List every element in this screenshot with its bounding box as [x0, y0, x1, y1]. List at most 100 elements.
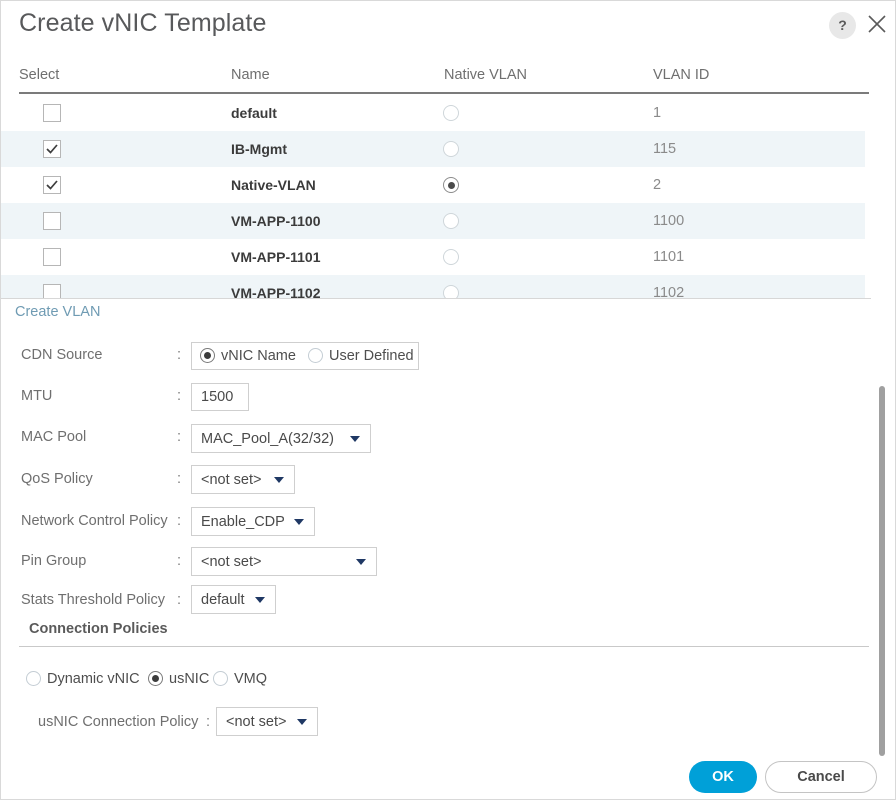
table-row[interactable]: VM-APP-1102 1102: [1, 275, 871, 299]
row-native-vlan-radio[interactable]: [443, 285, 459, 299]
pin-group-value: <not set>: [201, 553, 262, 570]
dialog-footer: OK Cancel: [1, 753, 895, 799]
row-name: default: [231, 105, 277, 121]
mac-pool-select[interactable]: MAC_Pool_A(32/32): [191, 424, 371, 453]
mtu-label: MTU: [21, 388, 53, 404]
cdn-source-radio-user-defined[interactable]: [308, 348, 323, 363]
connection-policies-heading: Connection Policies: [29, 621, 168, 637]
row-vlan-id: 115: [653, 141, 677, 157]
chevron-down-icon: [294, 518, 304, 525]
connection-policy-radio-vmq[interactable]: [213, 671, 228, 686]
mtu-value: 1500: [201, 389, 234, 405]
row-name: VM-APP-1102: [231, 285, 321, 299]
radio-dot: [152, 675, 159, 682]
row-name: VM-APP-1100: [231, 213, 321, 229]
connection-policy-label-dynamic-vnic: Dynamic vNIC: [47, 671, 140, 687]
chevron-down-icon: [255, 596, 265, 603]
connection-policies-divider: [19, 646, 869, 647]
ok-button[interactable]: OK: [689, 761, 757, 793]
row-name: IB-Mgmt: [231, 141, 287, 157]
stats-threshold-policy-select[interactable]: default: [191, 585, 276, 614]
connection-policy-label-usnic: usNIC: [169, 671, 210, 687]
row-select-checkbox[interactable]: [43, 248, 61, 266]
column-header-vlan-id: VLAN ID: [653, 67, 710, 83]
cdn-source-radio-group: vNIC Name User Defined: [191, 342, 419, 370]
network-control-policy-colon: :: [177, 513, 182, 529]
row-name: Native-VLAN: [231, 177, 316, 193]
mac-pool-colon: :: [177, 429, 182, 445]
dialog-titlebar: Create vNIC Template ?: [1, 1, 895, 53]
mac-pool-value: MAC_Pool_A(32/32): [201, 430, 334, 447]
stats-threshold-policy-label: Stats Threshold Policy: [21, 592, 165, 608]
table-row[interactable]: Native-VLAN 2: [1, 167, 871, 203]
usnic-connection-policy-label: usNIC Connection Policy: [38, 714, 199, 730]
cdn-source-label: CDN Source: [21, 347, 103, 363]
vlan-table-header: Select Name Native VLAN VLAN ID: [1, 61, 871, 93]
dialog-scrollbar-thumb[interactable]: [879, 386, 885, 756]
qos-policy-select[interactable]: <not set>: [191, 465, 295, 494]
mtu-input[interactable]: 1500: [191, 383, 249, 411]
cdn-source-colon: :: [177, 347, 182, 363]
table-header-divider: [19, 92, 869, 94]
mtu-colon: :: [177, 388, 182, 404]
row-name: VM-APP-1101: [231, 249, 321, 265]
row-select-checkbox[interactable]: [43, 212, 61, 230]
network-control-policy-value: Enable_CDP: [201, 513, 285, 530]
pin-group-select[interactable]: <not set>: [191, 547, 377, 576]
cdn-source-option-user-defined-label: User Defined: [329, 348, 414, 364]
column-header-native-vlan: Native VLAN: [444, 67, 528, 83]
row-vlan-id: 1102: [653, 285, 685, 299]
table-row[interactable]: IB-Mgmt 115: [1, 131, 871, 167]
table-row[interactable]: VM-APP-1101 1101: [1, 239, 871, 275]
row-native-vlan-radio[interactable]: [443, 213, 459, 229]
row-native-vlan-radio[interactable]: [443, 249, 459, 265]
usnic-connection-policy-colon: :: [206, 714, 211, 730]
close-icon[interactable]: [863, 10, 891, 38]
help-icon[interactable]: ?: [829, 12, 856, 39]
vlan-table-scrollbar-track[interactable]: [865, 95, 875, 299]
row-vlan-id: 1: [653, 105, 662, 121]
column-header-name: Name: [231, 67, 270, 83]
network-control-policy-select[interactable]: Enable_CDP: [191, 507, 315, 536]
usnic-connection-policy-select[interactable]: <not set>: [216, 707, 318, 736]
vlan-table-body: default 1 IB-Mgmt 115 Native-VLAN 2 VM-APP-110…: [1, 95, 871, 299]
radio-dot: [447, 181, 455, 189]
column-header-select: Select: [19, 67, 60, 83]
pin-group-colon: :: [177, 553, 182, 569]
create-vnic-template-dialog: Create vNIC Template ? Select Name Nativ…: [0, 0, 896, 800]
cancel-button[interactable]: Cancel: [765, 761, 877, 793]
create-vlan-link[interactable]: Create VLAN: [15, 304, 100, 320]
chevron-down-icon: [297, 718, 307, 725]
row-select-checkbox[interactable]: [43, 140, 61, 158]
table-bottom-divider: [1, 298, 871, 299]
row-native-vlan-radio[interactable]: [443, 105, 459, 121]
qos-policy-colon: :: [177, 471, 182, 487]
row-select-checkbox[interactable]: [43, 284, 61, 299]
cdn-source-radio-vnic-name[interactable]: [200, 348, 215, 363]
row-native-vlan-radio[interactable]: [443, 141, 459, 157]
cdn-source-option-vnic-name-label: vNIC Name: [221, 348, 296, 364]
stats-threshold-policy-value: default: [201, 591, 245, 608]
chevron-down-icon: [350, 435, 360, 442]
row-vlan-id: 1101: [653, 249, 685, 265]
row-select-checkbox[interactable]: [43, 176, 61, 194]
qos-policy-value: <not set>: [201, 471, 262, 488]
row-native-vlan-radio[interactable]: [443, 177, 459, 193]
chevron-down-icon: [356, 558, 366, 565]
radio-dot: [204, 352, 211, 359]
connection-policy-radio-usnic[interactable]: [148, 671, 163, 686]
table-row[interactable]: default 1: [1, 95, 871, 131]
stats-threshold-policy-colon: :: [177, 592, 182, 608]
connection-policy-radio-dynamic-vnic[interactable]: [26, 671, 41, 686]
connection-policy-label-vmq: VMQ: [234, 671, 268, 687]
row-vlan-id: 2: [653, 177, 662, 193]
usnic-connection-policy-value: <not set>: [226, 713, 287, 730]
row-vlan-id: 1100: [653, 213, 685, 229]
chevron-down-icon: [274, 476, 284, 483]
qos-policy-label: QoS Policy: [21, 471, 93, 487]
row-select-checkbox[interactable]: [43, 104, 61, 122]
pin-group-label: Pin Group: [21, 553, 87, 569]
page-title: Create vNIC Template: [19, 9, 267, 37]
network-control-policy-label: Network Control Policy: [21, 513, 168, 529]
table-row[interactable]: VM-APP-1100 1100: [1, 203, 871, 239]
